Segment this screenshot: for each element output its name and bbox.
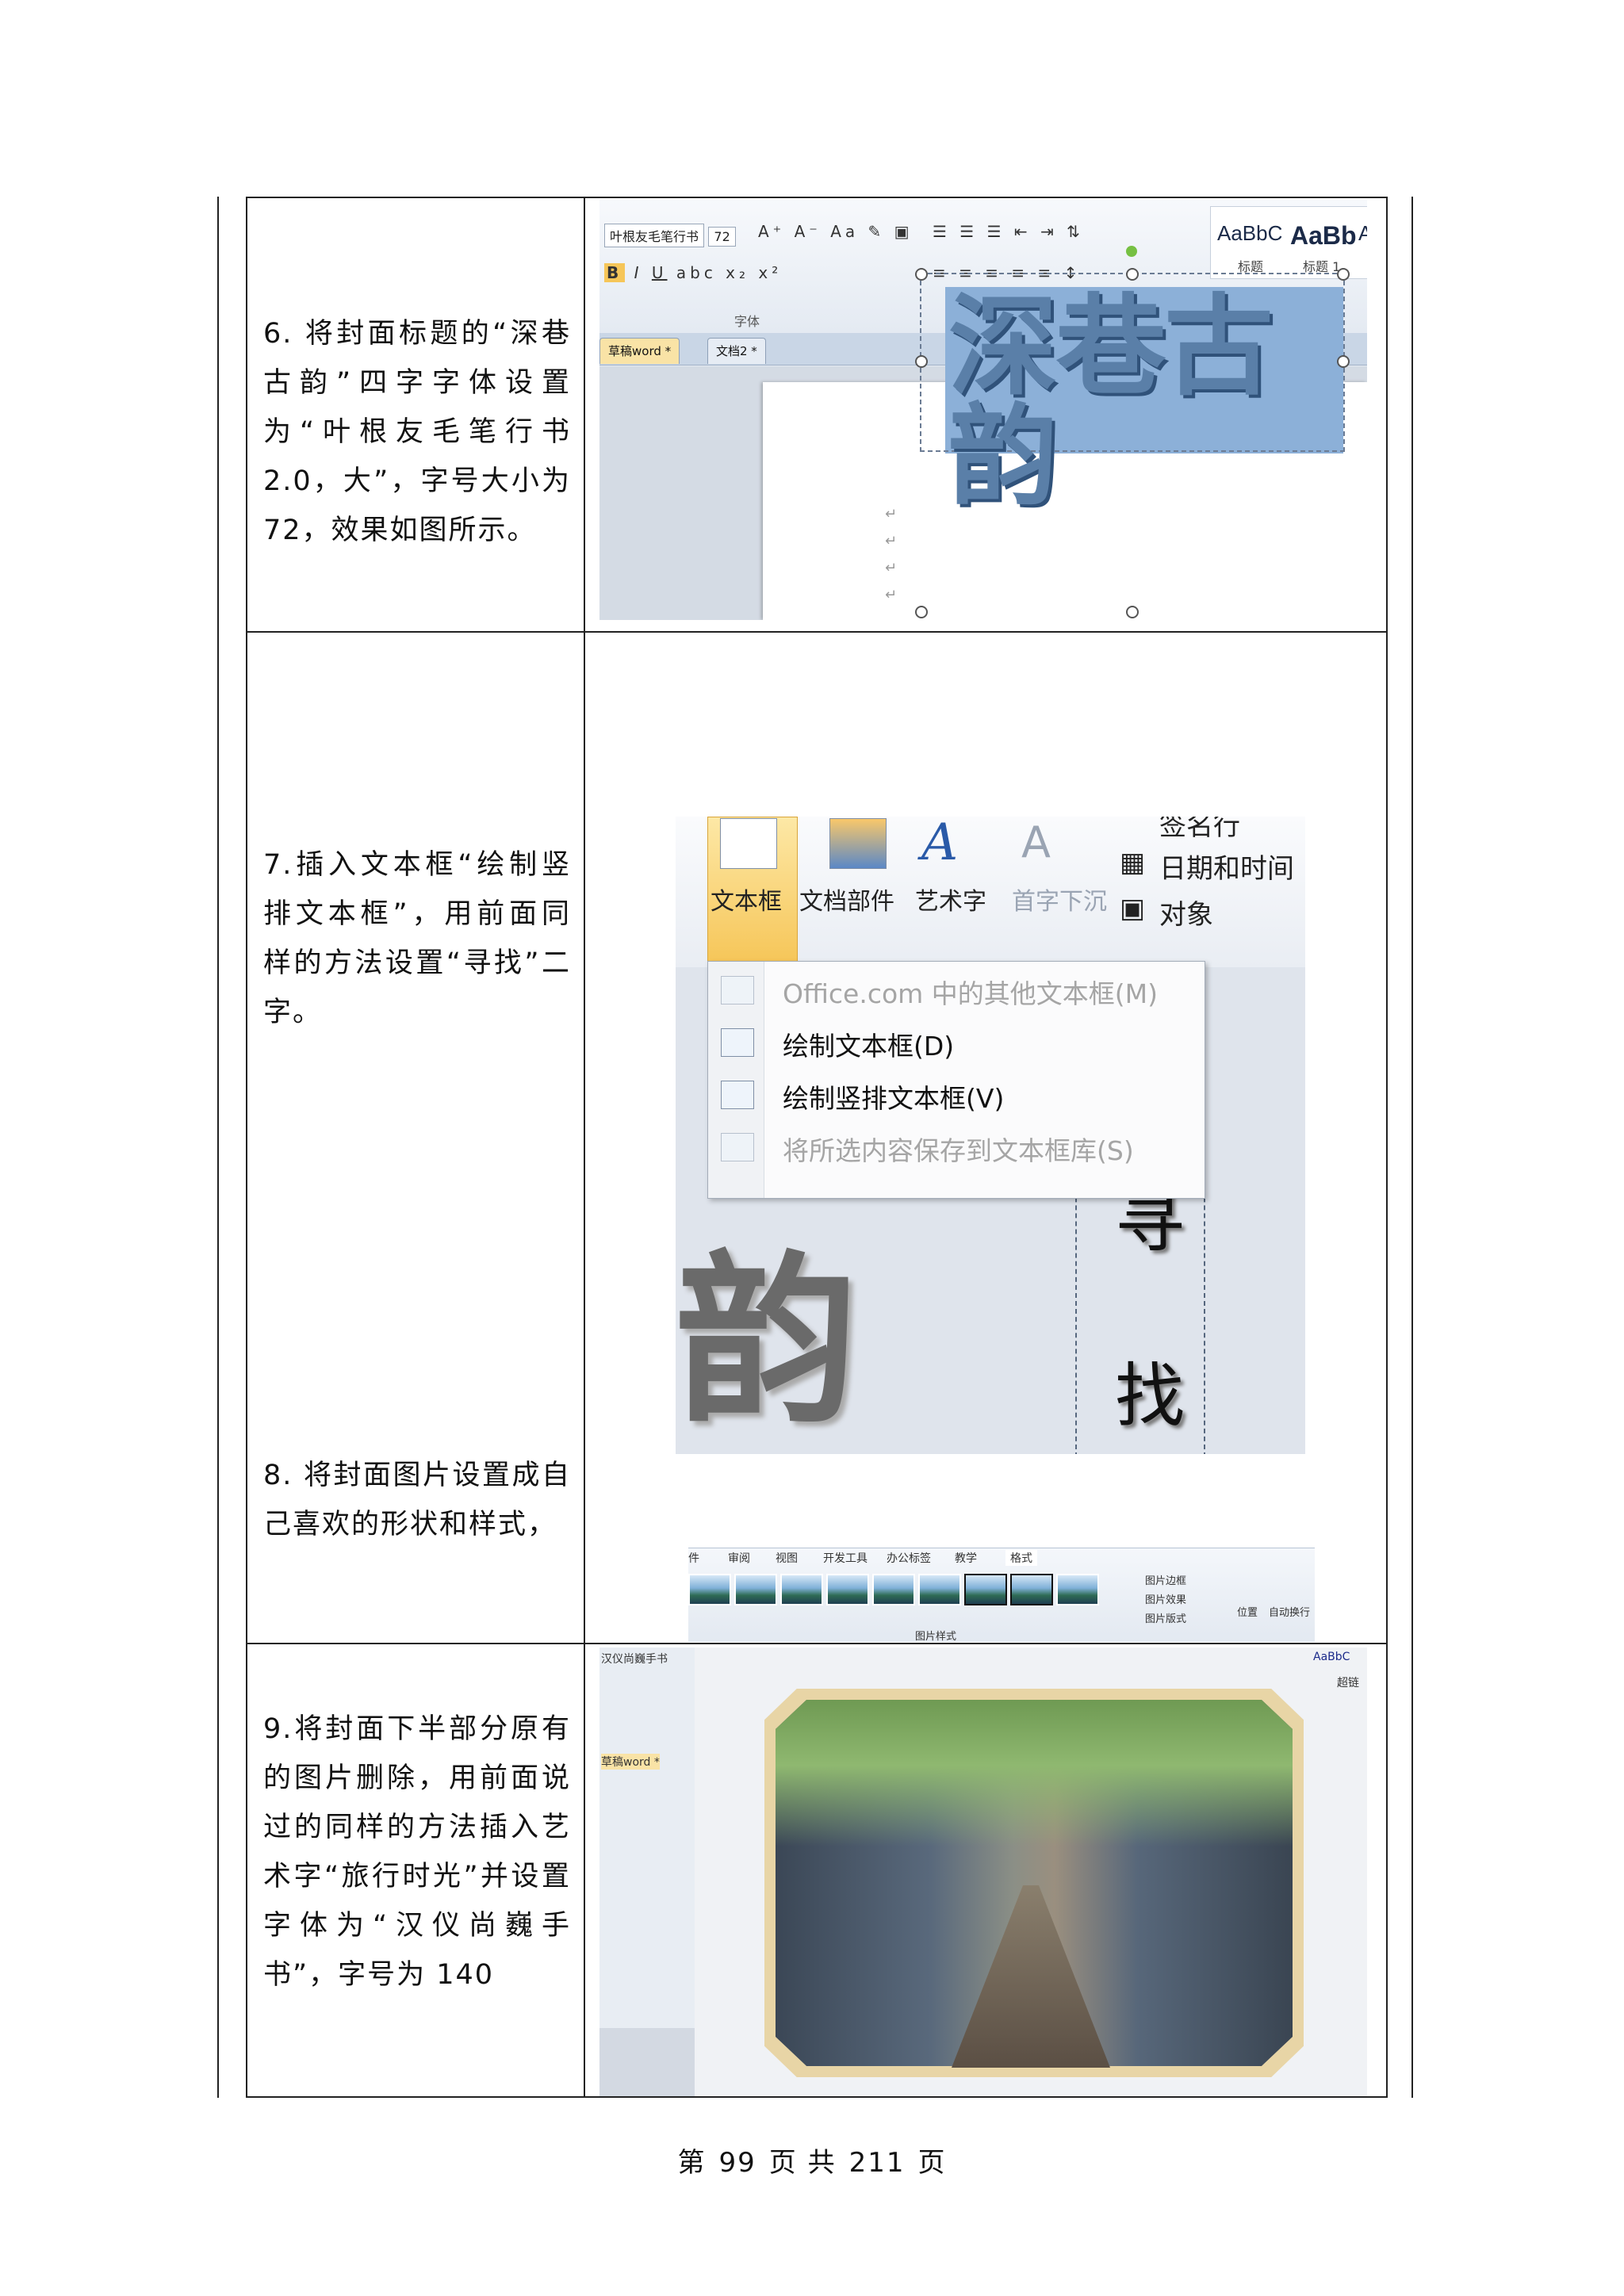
paragraph-mark: ↵	[885, 587, 898, 603]
row-divider	[247, 1643, 1386, 1644]
document-left-strip: 汉仪尚巍手书 草稿word *	[599, 1647, 695, 2028]
ribbon-tab[interactable]: 视图	[776, 1550, 798, 1566]
style-sample: AaBbC	[1217, 221, 1283, 245]
resize-handle[interactable]	[915, 355, 928, 368]
paragraph-mark: ↵	[885, 533, 898, 549]
menu-item-draw-vertical-textbox[interactable]: 绘制竖排文本框(V)	[783, 1077, 1004, 1115]
resize-handle[interactable]	[915, 606, 928, 618]
resize-handle[interactable]	[1126, 606, 1139, 618]
footer-suffix: 页	[917, 2147, 947, 2179]
picture-style-thumb[interactable]	[918, 1574, 961, 1605]
office-icon	[721, 976, 754, 1004]
tab-draft[interactable]: 草稿word *	[599, 338, 680, 364]
object-item[interactable]: 对象	[1159, 893, 1213, 932]
resize-handle[interactable]	[1337, 355, 1350, 368]
page-footer: 第 99 页 共 211 页	[0, 2141, 1624, 2179]
ribbon-tab[interactable]: 件	[688, 1550, 699, 1566]
wordart-icon: A	[921, 817, 959, 872]
wordart-button[interactable]: 艺术字	[915, 882, 986, 916]
font-controls: 叶根友毛笔行书 72	[604, 224, 736, 247]
textbox-icon	[720, 818, 777, 869]
draw-vertical-textbox-icon	[721, 1081, 754, 1109]
paragraph-mark: ↵	[885, 560, 898, 576]
menu-item-draw-textbox[interactable]: 绘制文本框(D)	[783, 1025, 954, 1063]
resize-handle[interactable]	[1126, 268, 1139, 281]
style-sample: AaBbC	[1313, 1651, 1350, 1663]
group-label-font: 字体	[734, 314, 760, 329]
font-name-box[interactable]: 汉仪尚巍手书	[601, 1651, 668, 1667]
position-button[interactable]: 位置	[1237, 1604, 1258, 1619]
picture-style-thumb[interactable]	[688, 1574, 731, 1605]
step-6-text: 6. 将封面标题的“深巷古韵”四字字体设置为“叶根友毛笔行书 2.0，大”，字号…	[263, 318, 571, 546]
ribbon-tab[interactable]: 办公标签	[887, 1550, 931, 1566]
picture-layout-item[interactable]: 图片版式	[1145, 1610, 1186, 1625]
screenshot-picture-styles: 件 审阅 视图 开发工具 办公标签 教学 格式 图片边框 图片效果 图片版式 位…	[688, 1548, 1315, 1642]
style-sample: A	[1358, 221, 1367, 245]
font-format-icons: A⁺ A⁻ Aa ✎ ▣	[758, 222, 914, 241]
picture-style-thumb[interactable]	[780, 1574, 823, 1605]
resize-handle[interactable]	[1337, 268, 1350, 281]
picture-style-thumb[interactable]	[734, 1574, 777, 1605]
signature-line-item[interactable]: 签名行	[1159, 817, 1240, 843]
font-size-box[interactable]: 72	[708, 227, 736, 247]
picture-border-item[interactable]: 图片边框	[1145, 1572, 1186, 1587]
style-sample: AaBb	[1290, 221, 1357, 250]
drop-cap-button[interactable]: 首字下沉	[1012, 882, 1107, 916]
column-divider	[584, 198, 585, 2096]
insert-ribbon: A A 文本框 文档部件 艺术字 首字下沉 签名行 ▦ 日期和时间 ▣ 对象	[676, 817, 1305, 967]
bold-italic-icons: B I U abc x₂ x²	[604, 263, 782, 282]
style-label: 超链	[1337, 1677, 1359, 1689]
rotate-handle[interactable]	[1126, 246, 1137, 257]
ribbon-tab[interactable]: 审阅	[728, 1550, 750, 1566]
screenshot-font-ribbon: 叶根友毛笔行书 72 A⁺ A⁻ Aa ✎ ▣ B I U abc x₂ x² …	[599, 200, 1367, 620]
draw-textbox-icon	[721, 1028, 754, 1057]
step-7-text: 7.插入文本框“绘制竖排文本框”，用前面同样的方法设置“寻找”二字。	[263, 849, 571, 1028]
step-9-text: 9.将封面下半部分原有的图片删除，用前面说过的同样的方法插入艺术字“旅行时光”并…	[263, 1713, 571, 1991]
current-page-number: 99	[718, 2147, 756, 2179]
quick-parts-button[interactable]: 文档部件	[799, 882, 894, 916]
picture-effects-item[interactable]: 图片效果	[1145, 1591, 1186, 1606]
total-pages: 211	[848, 2147, 906, 2179]
picture-style-thumb[interactable]	[872, 1574, 915, 1605]
row-divider	[247, 631, 1386, 633]
picture-style-thumb[interactable]	[964, 1574, 1007, 1605]
step-8-text: 8. 将封面图片设置成自己喜欢的形状和样式，	[263, 1460, 571, 1540]
font-name-box[interactable]: 叶根友毛笔行书	[604, 224, 705, 247]
group-label-picture-styles: 图片样式	[915, 1631, 957, 1642]
ribbon-tab[interactable]: 开发工具	[823, 1550, 868, 1566]
screenshot-cover-photo: 汉仪尚巍手书 草稿word * AaBbC 超链	[599, 1647, 1367, 2096]
picture-style-thumb[interactable]	[1056, 1574, 1099, 1605]
wrap-text-button[interactable]: 自动换行	[1269, 1604, 1310, 1619]
page-frame-right	[1411, 197, 1413, 2098]
footer-mid: 页 共	[768, 2147, 837, 2179]
screenshot-textbox-menu: A A 文本框 文档部件 艺术字 首字下沉 签名行 ▦ 日期和时间 ▣ 对象 韵…	[676, 817, 1305, 1454]
tab-draft[interactable]: 草稿word *	[601, 1754, 660, 1770]
paragraph-mark: ↵	[885, 506, 898, 522]
resize-handle[interactable]	[915, 268, 928, 281]
date-time-item[interactable]: 日期和时间	[1159, 847, 1294, 886]
object-icon: ▣	[1120, 893, 1146, 924]
tab-doc2[interactable]: 文档2 *	[707, 338, 766, 364]
ribbon-tab-format[interactable]: 格式	[1005, 1550, 1037, 1566]
list-icons: ☰ ☰ ☰ ⇤ ⇥ ⇅	[933, 222, 1084, 241]
calendar-icon: ▦	[1120, 847, 1146, 878]
textbox-dropdown-menu: Office.com 中的其他文本框(M) 绘制文本框(D) 绘制竖排文本框(V…	[707, 961, 1205, 1199]
textbox-button[interactable]: 文本框	[710, 882, 782, 916]
quick-parts-icon	[829, 818, 887, 869]
vertical-char: 找	[1115, 1355, 1185, 1437]
drop-cap-icon: A	[1021, 817, 1051, 867]
menu-item-save-selection[interactable]: 将所选内容保存到文本框库(S)	[783, 1130, 1134, 1168]
picture-style-thumb[interactable]	[1010, 1574, 1053, 1605]
footer-prefix: 第	[677, 2147, 707, 2179]
save-selection-icon	[721, 1133, 754, 1161]
picture-style-thumb[interactable]	[826, 1574, 869, 1605]
cover-title-art: 深巷古韵	[948, 281, 1274, 520]
page-frame-left	[217, 197, 219, 2098]
menu-item-office-more[interactable]: Office.com 中的其他文本框(M)	[783, 973, 1158, 1011]
ribbon-tab[interactable]: 教学	[955, 1550, 977, 1566]
background-art-char: 韵	[676, 1234, 859, 1448]
